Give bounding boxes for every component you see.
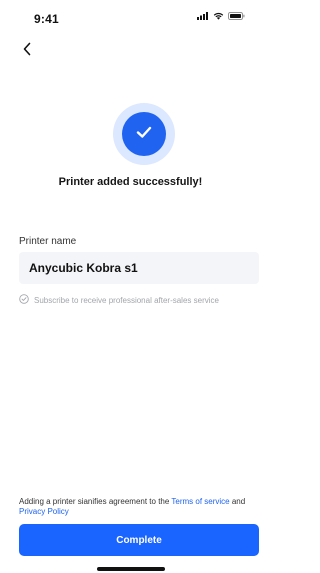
subscribe-label: Subscribe to receive professional after-… (34, 295, 219, 305)
success-title: Printer added successfully! (58, 176, 203, 188)
back-button[interactable] (18, 42, 36, 60)
wifi-icon (213, 12, 224, 20)
printer-name-input[interactable] (19, 252, 259, 284)
printer-name-label: Printer name (19, 236, 77, 247)
home-indicator (97, 567, 165, 571)
status-icons (197, 12, 245, 20)
subscribe-checkbox[interactable]: Subscribe to receive professional after-… (19, 291, 219, 309)
privacy-policy-link[interactable]: Privacy Policy (19, 507, 69, 516)
agreement-prefix: Adding a printer sianifies agreement to … (19, 497, 172, 506)
checkmark-icon (133, 121, 155, 148)
battery-icon (228, 12, 245, 20)
success-badge-inner (122, 112, 166, 156)
status-bar: 9:41 (0, 0, 261, 30)
agreement-text: Adding a printer sianifies agreement to … (19, 497, 251, 517)
terms-of-service-link[interactable]: Terms of service (171, 497, 229, 506)
success-badge (113, 103, 175, 165)
chevron-left-icon (22, 42, 32, 61)
cellular-signal-icon (197, 12, 209, 20)
check-circle-icon[interactable] (19, 291, 29, 309)
complete-button[interactable]: Complete (19, 524, 259, 556)
agreement-conjunction: and (229, 497, 246, 506)
status-time: 9:41 (34, 12, 59, 26)
